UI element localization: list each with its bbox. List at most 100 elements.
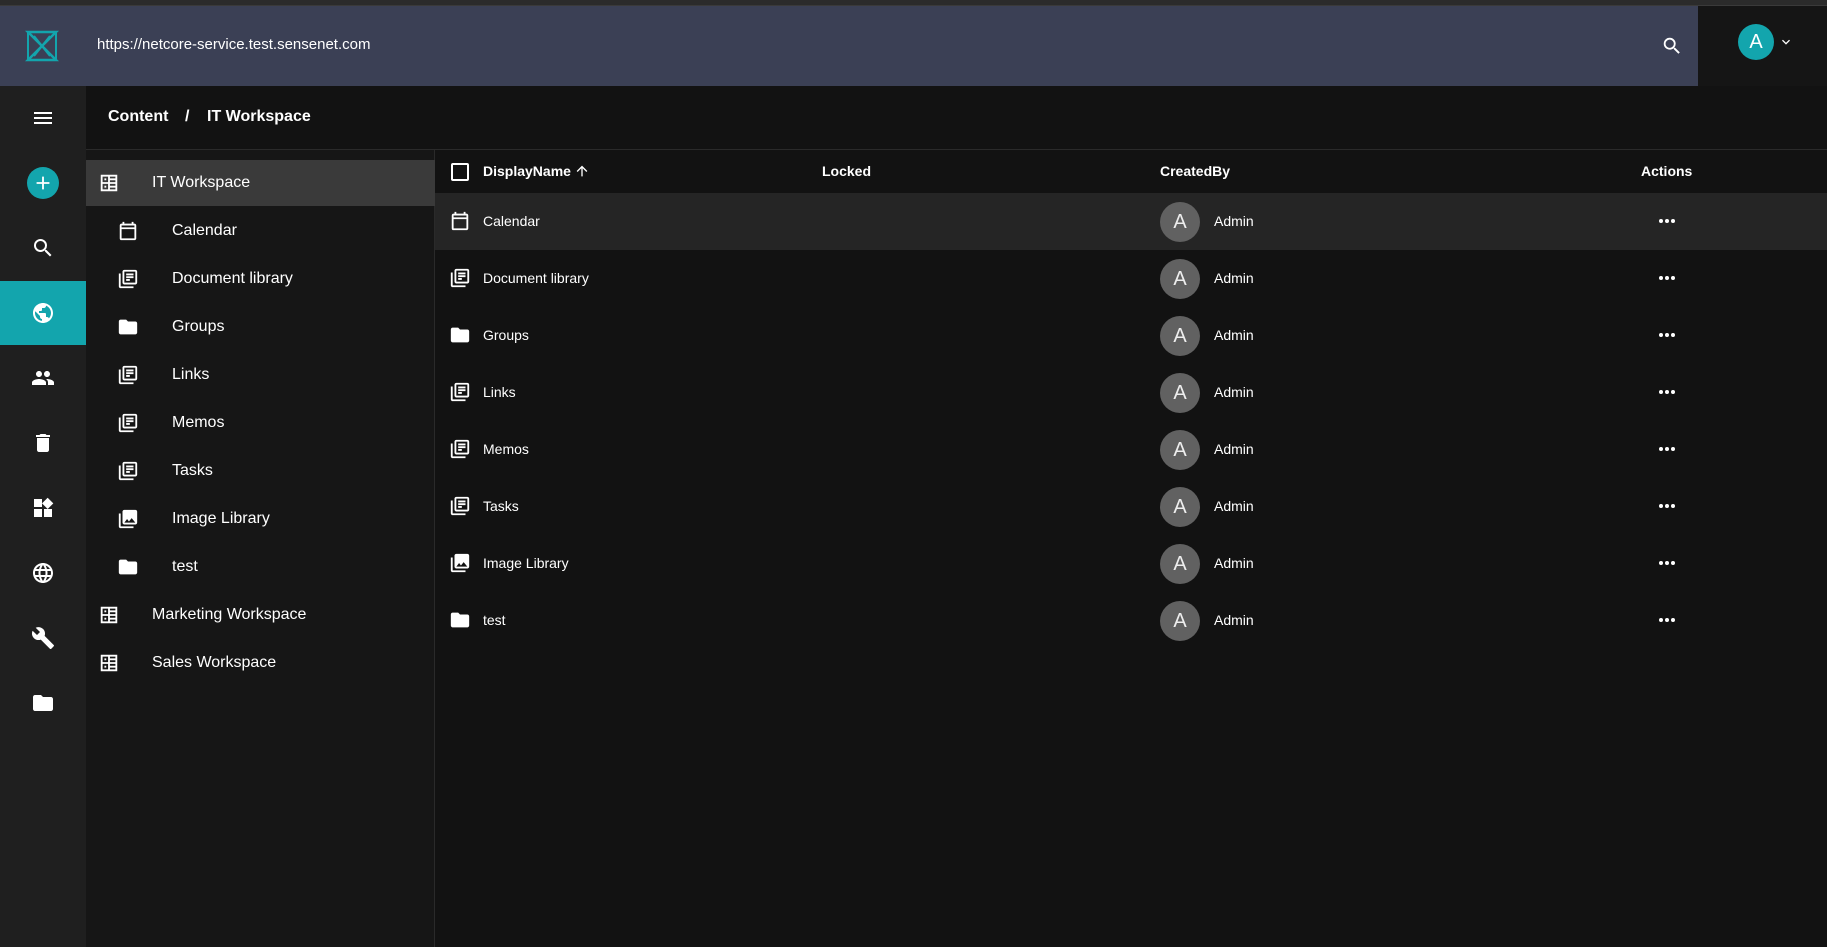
row-createdby: Admin	[1214, 612, 1254, 628]
tree-item-label: Document library	[172, 270, 293, 287]
row-displayname[interactable]: Tasks	[483, 498, 519, 514]
avatar: A	[1160, 316, 1200, 356]
wrench-icon	[31, 627, 54, 649]
library-icon	[118, 461, 138, 481]
select-all-checkbox[interactable]	[451, 163, 469, 181]
avatar: A	[1160, 601, 1200, 641]
tree-item-sales-workspace[interactable]: Sales Workspace	[86, 640, 435, 686]
tree-item-label: Marketing Workspace	[152, 606, 307, 623]
menu-icon	[34, 112, 52, 124]
table-row[interactable]: Document library A Admin	[435, 250, 1827, 307]
tree-item-links[interactable]: Links	[86, 352, 435, 398]
row-createdby: Admin	[1214, 384, 1254, 400]
tree-item-calendar[interactable]: Calendar	[86, 208, 435, 254]
search-icon	[34, 239, 52, 257]
workspace-icon	[100, 606, 118, 624]
workspace-icon	[100, 654, 118, 672]
nav-widgets-button[interactable]	[0, 476, 86, 540]
row-displayname[interactable]: Groups	[483, 327, 529, 343]
nav-users-button[interactable]	[0, 346, 86, 410]
table-row[interactable]: Calendar A Admin	[435, 193, 1827, 250]
nav-localization-button[interactable]	[0, 541, 86, 605]
more-actions-icon[interactable]	[1655, 209, 1679, 233]
column-header-actions: Actions	[1641, 163, 1693, 179]
tree-item-label: Calendar	[172, 222, 237, 239]
tree-item-label: Tasks	[172, 462, 213, 479]
avatar: A	[1160, 544, 1200, 584]
tree-item-label: Sales Workspace	[152, 654, 277, 671]
tree-item-test[interactable]: test	[86, 544, 435, 590]
sort-ascending-icon[interactable]	[574, 163, 590, 179]
library-icon	[450, 439, 470, 459]
workspace-icon	[100, 174, 118, 192]
grid-header: DisplayName Locked CreatedBy Actions	[435, 150, 1827, 192]
avatar: A	[1160, 430, 1200, 470]
row-displayname[interactable]: test	[483, 612, 506, 628]
more-actions-icon[interactable]	[1655, 608, 1679, 632]
more-actions-icon[interactable]	[1655, 380, 1679, 404]
tree-item-label: Memos	[172, 414, 225, 431]
user-menu-area: A	[1698, 6, 1827, 86]
folder-icon	[450, 327, 470, 343]
trash-icon	[36, 434, 50, 452]
column-header-displayname[interactable]: DisplayName	[483, 163, 571, 179]
repository-url[interactable]: https://netcore-service.test.sensenet.co…	[97, 36, 370, 53]
add-button[interactable]	[0, 151, 86, 215]
row-displayname[interactable]: Memos	[483, 441, 529, 457]
more-actions-icon[interactable]	[1655, 266, 1679, 290]
sensenet-logo-icon[interactable]	[24, 28, 60, 64]
nav-trash-button[interactable]	[0, 411, 86, 475]
row-displayname[interactable]: Image Library	[483, 555, 569, 571]
library-icon	[450, 496, 470, 516]
tree-item-image-library[interactable]: Image Library	[86, 496, 435, 542]
folder-icon	[450, 612, 470, 628]
tree-item-marketing-workspace[interactable]: Marketing Workspace	[86, 592, 435, 638]
users-icon	[32, 371, 54, 385]
widgets-icon	[34, 497, 54, 517]
row-displayname[interactable]: Document library	[483, 270, 589, 286]
table-row[interactable]: Tasks A Admin	[435, 478, 1827, 535]
nav-setup-button[interactable]	[0, 606, 86, 670]
tree-item-document-library[interactable]: Document library	[86, 256, 435, 302]
more-actions-icon[interactable]	[1655, 323, 1679, 347]
table-row[interactable]: Groups A Admin	[435, 307, 1827, 364]
content-globe-icon	[33, 303, 53, 323]
table-row[interactable]: Links A Admin	[435, 364, 1827, 421]
breadcrumb-item-it-workspace[interactable]: IT Workspace	[207, 108, 311, 126]
nav-content-button[interactable]	[0, 281, 86, 345]
row-createdby: Admin	[1214, 498, 1254, 514]
row-createdby: Admin	[1214, 270, 1254, 286]
left-navigation	[0, 86, 86, 947]
row-displayname[interactable]: Links	[483, 384, 516, 400]
nav-search-button[interactable]	[0, 216, 86, 280]
content-tree: IT Workspace Calendar Document library G…	[86, 150, 435, 947]
folder-icon	[118, 319, 138, 335]
row-displayname[interactable]: Calendar	[483, 213, 540, 229]
column-header-createdby[interactable]: CreatedBy	[1160, 163, 1230, 179]
add-circle	[27, 167, 59, 199]
breadcrumb-item-content[interactable]: Content	[108, 108, 168, 126]
search-icon[interactable]	[1661, 35, 1683, 57]
tree-item-groups[interactable]: Groups	[86, 304, 435, 350]
tree-item-label: Links	[172, 366, 210, 383]
nav-files-button[interactable]	[0, 671, 86, 735]
table-row[interactable]: Image Library A Admin	[435, 535, 1827, 592]
tree-item-it-workspace[interactable]: IT Workspace	[86, 160, 435, 206]
tree-item-label: test	[172, 558, 198, 575]
image-library-icon	[118, 509, 138, 529]
user-avatar[interactable]: A	[1738, 24, 1774, 60]
tree-item-label: Groups	[172, 318, 225, 335]
table-row[interactable]: test A Admin	[435, 592, 1827, 649]
more-actions-icon[interactable]	[1655, 437, 1679, 461]
tree-item-memos[interactable]: Memos	[86, 400, 435, 446]
table-row[interactable]: Memos A Admin	[435, 421, 1827, 478]
tree-item-tasks[interactable]: Tasks	[86, 448, 435, 494]
menu-button[interactable]	[0, 86, 86, 150]
avatar: A	[1160, 487, 1200, 527]
image-library-icon	[450, 553, 470, 573]
chevron-down-icon[interactable]	[1778, 34, 1794, 50]
calendar-icon	[119, 221, 137, 241]
more-actions-icon[interactable]	[1655, 494, 1679, 518]
column-header-locked[interactable]: Locked	[822, 163, 871, 179]
more-actions-icon[interactable]	[1655, 551, 1679, 575]
